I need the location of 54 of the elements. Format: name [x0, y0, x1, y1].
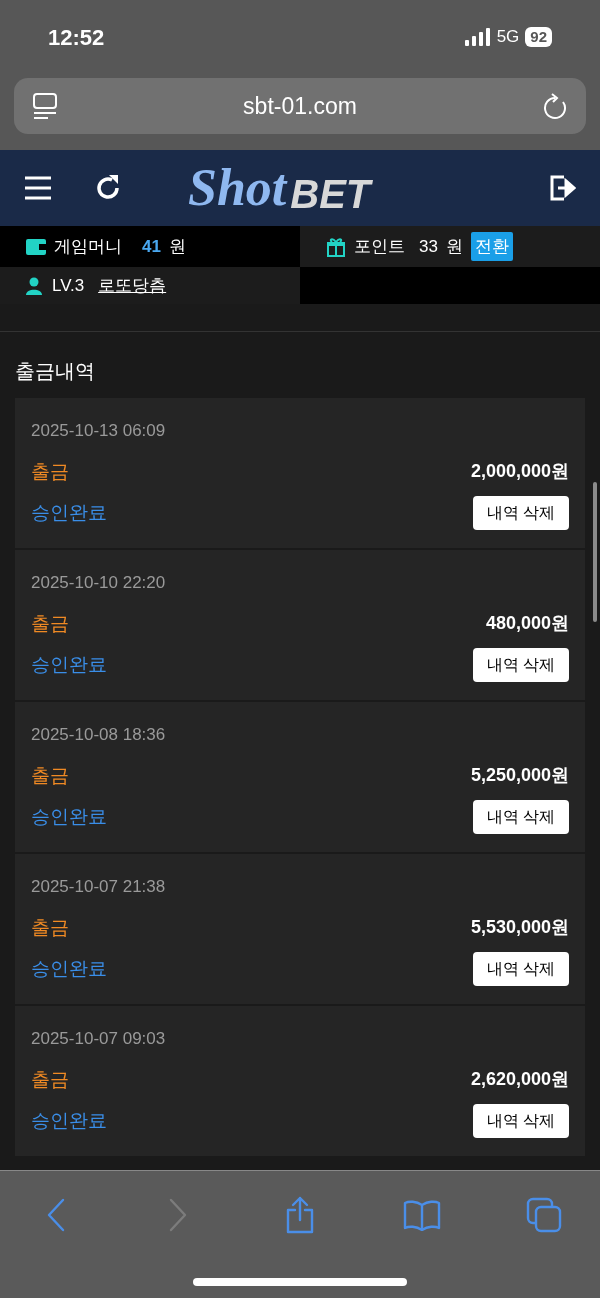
logout-icon[interactable] — [550, 175, 576, 201]
username-link[interactable]: 로또당츰 — [98, 272, 167, 299]
record-status: 승인완료 — [31, 652, 107, 677]
record-date: 2025-10-13 06:09 — [31, 420, 167, 442]
reader-icon — [32, 92, 58, 120]
record-status: 승인완료 — [31, 804, 107, 829]
delete-button[interactable]: 내역 삭제 — [473, 648, 569, 682]
record-status: 승인완료 — [31, 500, 107, 525]
signal-icon — [464, 28, 491, 46]
record-type: 출금 — [31, 459, 69, 484]
wallet-label: 게임머니 — [54, 235, 122, 258]
record-date: 2025-10-08 18:36 — [31, 724, 167, 746]
logo[interactable]: ShotBET — [188, 162, 371, 214]
record-date: 2025-10-10 22:20 — [31, 572, 167, 594]
delete-button[interactable]: 내역 삭제 — [473, 800, 569, 834]
delete-button[interactable]: 내역 삭제 — [473, 496, 569, 530]
user-icon — [26, 276, 42, 295]
record-type: 출금 — [31, 915, 69, 940]
refresh-icon[interactable] — [94, 174, 122, 202]
address-bar[interactable]: sbt-01.com — [14, 78, 586, 134]
tabs-icon — [526, 1197, 562, 1233]
section-title: 출금내역 — [15, 359, 96, 384]
user-level: LV.3 — [52, 274, 85, 297]
menu-icon[interactable] — [24, 176, 52, 200]
battery-level: 92 — [525, 27, 552, 47]
status-time: 12:52 — [48, 23, 105, 52]
delete-button[interactable]: 내역 삭제 — [473, 1104, 569, 1138]
points-unit: 원 — [445, 235, 463, 258]
record-amount: 2,000,000원 — [470, 460, 569, 484]
record-status: 승인완료 — [31, 956, 107, 981]
share-icon — [284, 1196, 316, 1234]
record-amount: 2,620,000원 — [470, 1068, 569, 1092]
network-label: 5G — [496, 26, 520, 49]
delete-button[interactable]: 내역 삭제 — [473, 952, 569, 986]
record-status: 승인완료 — [31, 1108, 107, 1133]
record-amount: 5,530,000원 — [470, 916, 569, 940]
wallet-amount: 41 — [142, 235, 161, 258]
gift-icon — [326, 236, 346, 257]
book-icon — [403, 1199, 441, 1231]
points-amount: 33 — [419, 235, 438, 258]
record-type: 출금 — [31, 1067, 69, 1092]
wallet-icon — [26, 238, 46, 255]
record-amount: 480,000원 — [485, 612, 569, 636]
wallet-unit: 원 — [168, 235, 186, 258]
url-text: sbt-01.com — [243, 91, 357, 121]
record-type: 출금 — [31, 763, 69, 788]
record-date: 2025-10-07 09:03 — [31, 1028, 167, 1050]
record-date: 2025-10-07 21:38 — [31, 876, 167, 898]
back-icon — [46, 1198, 66, 1232]
record-type: 출금 — [31, 611, 69, 636]
reload-icon — [542, 92, 568, 120]
record-amount: 5,250,000원 — [470, 764, 569, 788]
forward-icon — [168, 1198, 188, 1232]
points-label: 포인트 — [354, 235, 405, 258]
